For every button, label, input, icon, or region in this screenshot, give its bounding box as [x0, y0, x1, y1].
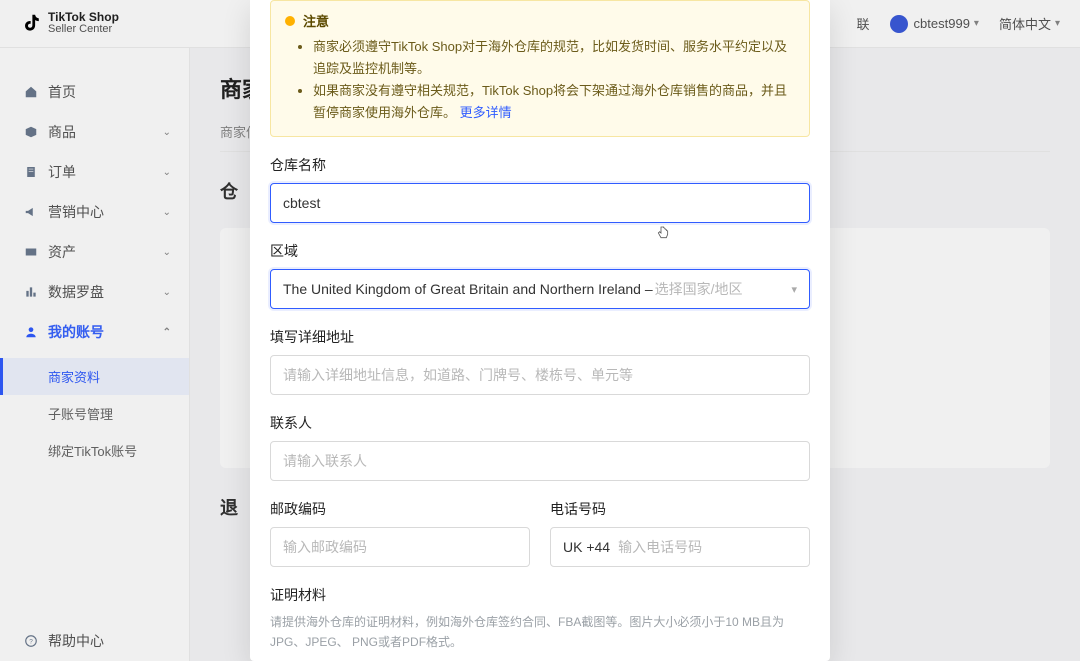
warehouse-name-label: 仓库名称 [270, 155, 810, 175]
proof-label: 证明材料 [270, 585, 810, 605]
phone-input[interactable] [618, 539, 797, 555]
proof-description: 请提供海外仓库的证明材料，例如海外仓库签约合同、FBA截图等。图片大小必须小于1… [270, 613, 810, 651]
warehouse-name-input-wrap[interactable] [270, 183, 810, 223]
warning-point-1: 商家必须遵守TikTok Shop对于海外仓库的规范，比如发货时间、服务水平约定… [313, 36, 795, 80]
warning-point-2: 如果商家没有遵守相关规范，TikTok Shop将会下架通过海外仓库销售的商品，… [313, 80, 795, 124]
add-warehouse-modal: 注意 商家必须遵守TikTok Shop对于海外仓库的规范，比如发货时间、服务水… [250, 0, 830, 661]
phone-input-wrap[interactable]: UK +44 [550, 527, 810, 567]
phone-label: 电话号码 [550, 499, 810, 519]
modal-overlay: 注意 商家必须遵守TikTok Shop对于海外仓库的规范，比如发货时间、服务水… [0, 0, 1080, 661]
cursor-pointer-icon [655, 225, 671, 241]
region-label: 区域 [270, 241, 810, 261]
region-placeholder: 选择国家/地区 [655, 279, 743, 299]
region-select[interactable]: The United Kingdom of Great Britain and … [270, 269, 810, 309]
warehouse-name-input[interactable] [283, 195, 797, 211]
country-code[interactable]: UK +44 [563, 539, 610, 555]
contact-label: 联系人 [270, 413, 810, 433]
zip-input[interactable] [283, 539, 517, 555]
address-input[interactable] [283, 367, 797, 383]
more-details-link[interactable]: 更多详情 [460, 105, 512, 120]
contact-input[interactable] [283, 453, 797, 469]
warning-title: 注意 [303, 11, 329, 30]
zip-label: 邮政编码 [270, 499, 530, 519]
warning-icon [285, 16, 295, 26]
address-label: 填写详细地址 [270, 327, 810, 347]
contact-input-wrap[interactable] [270, 441, 810, 481]
chevron-down-icon: ▾ [791, 283, 797, 296]
address-input-wrap[interactable] [270, 355, 810, 395]
zip-input-wrap[interactable] [270, 527, 530, 567]
region-value: The United Kingdom of Great Britain and … [283, 281, 653, 297]
warning-box: 注意 商家必须遵守TikTok Shop对于海外仓库的规范，比如发货时间、服务水… [270, 0, 810, 137]
